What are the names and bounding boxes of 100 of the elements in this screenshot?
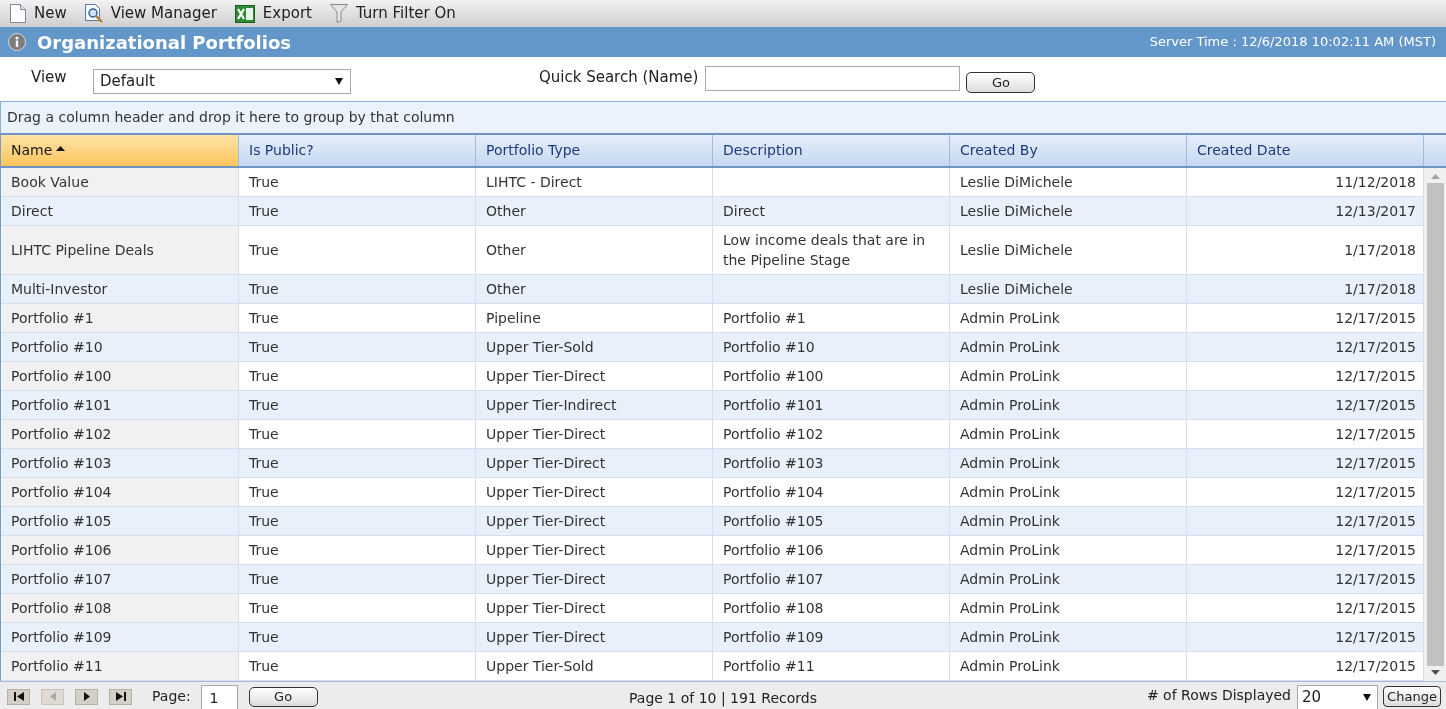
table-cell: True [239,478,476,506]
table-cell: LIHTC - Direct [476,168,713,196]
table-row[interactable]: Portfolio #10 True Upper Tier-Sold Portfolio #10 Admin ProLink 12/17/2015 [1,333,1424,362]
caret-icon [335,77,343,85]
column-header[interactable]: Created Date [1187,135,1424,166]
last-page-button[interactable] [109,688,132,705]
skip-forward-icon [115,692,126,701]
page-go-button[interactable]: Go [248,686,318,707]
document-icon [10,4,26,23]
table-cell: Admin ProLink [950,507,1187,535]
table-cell: Portfolio #1 [713,304,950,332]
column-header[interactable]: Is Public? [239,135,476,166]
table-cell: Upper Tier-Direct [476,594,713,622]
table-cell: Portfolio #109 [1,623,239,651]
group-hint: Drag a column header and drop it here to group by that column [7,108,455,127]
page-label: Page: [152,687,191,706]
table-cell: True [239,565,476,593]
table-cell: Upper Tier-Sold [476,333,713,361]
next-page-button[interactable] [75,688,98,705]
table-cell: Portfolio #109 [713,623,950,651]
view-manager-button[interactable]: View Manager [82,4,219,23]
scrollbar-track[interactable] [1424,168,1446,681]
view-label: View [31,67,68,89]
table-cell: Other [476,275,713,303]
table-cell: True [239,275,476,303]
table-row[interactable]: Portfolio #11 True Upper Tier-Sold Portfolio #11 Admin ProLink 12/17/2015 [1,652,1424,681]
table-row[interactable]: Portfolio #104 True Upper Tier-Direct Portfolio #104 Admin ProLink 12/17/2015 [1,478,1424,507]
quick-search-label: Quick Search (Name) [539,67,699,89]
table-cell: Admin ProLink [950,652,1187,680]
rows-select[interactable]: 20 [1297,685,1378,709]
table-row[interactable]: Portfolio #1 True Pipeline Portfolio #1 Admin ProLink 12/17/2015 [1,304,1424,333]
caret-icon [1363,694,1371,701]
first-page-button[interactable] [7,688,30,705]
table-cell: Portfolio #107 [1,565,239,593]
table-cell: Admin ProLink [950,565,1187,593]
table-row[interactable]: Portfolio #101 True Upper Tier-Indirect Portfolio #101 Admin ProLink 12/17/2015 [1,391,1424,420]
table-row[interactable]: Multi-Investor True Other Leslie DiMichele 1/17/2018 [1,275,1424,304]
table-cell: Admin ProLink [950,420,1187,448]
view-select[interactable]: Default [93,68,351,94]
up-arrow-icon [1430,174,1440,179]
table-cell: Upper Tier-Direct [476,420,713,448]
column-header[interactable]: Created By [950,135,1187,166]
table-row[interactable]: Portfolio #107 True Upper Tier-Direct Portfolio #107 Admin ProLink 12/17/2015 [1,565,1424,594]
table-row[interactable]: LIHTC Pipeline Deals True Other Low income deals that are in the Pipeline Stage Leslie DiMichele 1/17/2018 [1,226,1424,275]
table-row[interactable]: Portfolio #109 True Upper Tier-Direct Portfolio #109 Admin ProLink 12/17/2015 [1,623,1424,652]
table-row[interactable]: Portfolio #103 True Upper Tier-Direct Portfolio #103 Admin ProLink 12/17/2015 [1,449,1424,478]
table-cell: Portfolio #106 [713,536,950,564]
table-cell: Book Value [1,168,239,196]
export-button[interactable]: Export [232,4,314,23]
table-cell: True [239,168,476,196]
table-row[interactable]: Direct True Other Direct Leslie DiMichele 12/13/2017 [1,197,1424,226]
table-cell: Upper Tier-Direct [476,507,713,535]
change-button[interactable]: Change [1383,686,1441,707]
table-cell: Admin ProLink [950,391,1187,419]
table-cell: Portfolio #103 [713,449,950,477]
table-cell: Multi-Investor [1,275,239,303]
table-cell: True [239,362,476,390]
table-cell: Pipeline [476,304,713,332]
table-cell: Leslie DiMichele [950,168,1187,196]
column-header[interactable]: Name [1,135,239,166]
filter-button[interactable]: Turn Filter On [327,4,458,23]
table-cell: Upper Tier-Sold [476,652,713,680]
new-button[interactable]: New [8,4,69,23]
table-cell: Upper Tier-Indirect [476,391,713,419]
page-field[interactable]: 1 [200,685,238,709]
table-cell: Portfolio #105 [713,507,950,535]
down-arrow-icon [1430,670,1440,675]
table-cell: Direct [713,197,950,225]
table-cell: Admin ProLink [950,536,1187,564]
table-row[interactable]: Portfolio #102 True Upper Tier-Direct Portfolio #102 Admin ProLink 12/17/2015 [1,420,1424,449]
table-cell: Portfolio #104 [1,478,239,506]
table-cell: Other [476,226,713,274]
table-row[interactable]: Portfolio #100 True Upper Tier-Direct Portfolio #100 Admin ProLink 12/17/2015 [1,362,1424,391]
table-cell: Portfolio #106 [1,536,239,564]
table-row[interactable]: Book Value True LIHTC - Direct Leslie DiMichele 11/12/2018 [1,168,1424,197]
sort-arrow-icon [56,145,66,151]
column-header[interactable]: Portfolio Type [476,135,713,166]
table-cell: True [239,594,476,622]
column-header[interactable]: Description [713,135,950,166]
table-cell: Portfolio #101 [713,391,950,419]
table-cell: Portfolio #100 [713,362,950,390]
table-cell: Portfolio #102 [1,420,239,448]
table-row[interactable]: Portfolio #105 True Upper Tier-Direct Portfolio #105 Admin ProLink 12/17/2015 [1,507,1424,536]
triangle-left-icon [49,692,56,701]
table-cell: Portfolio #101 [1,391,239,419]
spreadsheet-icon [234,4,255,23]
table-cell: Portfolio #11 [1,652,239,680]
search-field[interactable] [705,65,961,91]
rows-displayed-label: # of Rows Displayed [1146,685,1291,705]
table-row[interactable]: Portfolio #108 True Upper Tier-Direct Portfolio #108 Admin ProLink 12/17/2015 [1,594,1424,623]
table-cell: Upper Tier-Direct [476,478,713,506]
table-cell: True [239,420,476,448]
scrollbar-thumb[interactable] [1426,183,1444,666]
go-button[interactable]: Go [966,71,1036,93]
table-cell: Upper Tier-Direct [476,362,713,390]
table-cell: True [239,333,476,361]
table-row[interactable]: Portfolio #106 True Upper Tier-Direct Portfolio #106 Admin ProLink 12/17/2015 [1,536,1424,565]
table-cell: Admin ProLink [950,333,1187,361]
table-cell: Low income deals that are in the Pipeline Stage [713,226,950,274]
table-cell: True [239,304,476,332]
